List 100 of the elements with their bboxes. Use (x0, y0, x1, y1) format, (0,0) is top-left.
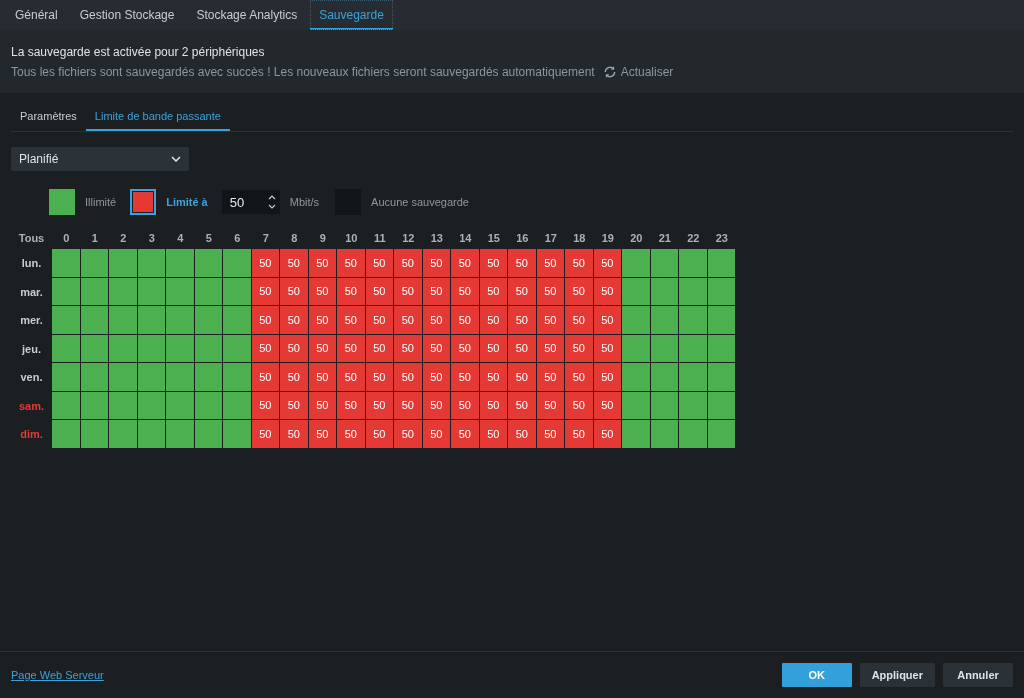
hour-header[interactable]: 13 (422, 227, 451, 249)
schedule-cell[interactable] (679, 420, 708, 449)
hour-header[interactable]: 6 (223, 227, 252, 249)
schedule-cell[interactable] (137, 420, 166, 449)
schedule-cell[interactable]: 50 (508, 363, 537, 392)
hour-header[interactable]: 2 (109, 227, 138, 249)
schedule-cell[interactable]: 50 (565, 334, 594, 363)
schedule-cell[interactable] (223, 363, 252, 392)
dialog-button[interactable]: Annuler (943, 663, 1013, 687)
hour-header[interactable]: 1 (80, 227, 109, 249)
schedule-cell[interactable] (109, 306, 138, 335)
schedule-cell[interactable] (223, 420, 252, 449)
schedule-cell[interactable] (52, 277, 81, 306)
schedule-cell[interactable] (137, 249, 166, 278)
schedule-cell[interactable] (52, 249, 81, 278)
schedule-cell[interactable] (707, 420, 736, 449)
hour-header[interactable]: 9 (308, 227, 337, 249)
schedule-cell[interactable]: 50 (451, 249, 480, 278)
schedule-cell[interactable]: 50 (280, 306, 309, 335)
schedule-cell[interactable]: 50 (365, 249, 394, 278)
schedule-cell[interactable]: 50 (251, 363, 280, 392)
schedule-cell[interactable] (679, 334, 708, 363)
schedule-cell[interactable]: 50 (308, 306, 337, 335)
hour-header[interactable]: 20 (622, 227, 651, 249)
schedule-cell[interactable]: 50 (365, 306, 394, 335)
schedule-cell[interactable] (223, 334, 252, 363)
schedule-cell[interactable] (109, 277, 138, 306)
schedule-cell[interactable]: 50 (593, 420, 622, 449)
schedule-cell[interactable] (137, 306, 166, 335)
mode-dropdown[interactable]: Planifié (11, 147, 189, 171)
schedule-cell[interactable] (622, 363, 651, 392)
schedule-cell[interactable] (166, 306, 195, 335)
dialog-button[interactable]: Appliquer (859, 663, 935, 687)
hour-header[interactable]: 3 (137, 227, 166, 249)
schedule-cell[interactable]: 50 (451, 334, 480, 363)
schedule-cell[interactable]: 50 (251, 420, 280, 449)
dialog-button[interactable]: OK (781, 663, 852, 687)
schedule-cell[interactable]: 50 (422, 306, 451, 335)
schedule-cell[interactable] (52, 334, 81, 363)
schedule-cell[interactable] (52, 420, 81, 449)
schedule-cell[interactable]: 50 (565, 249, 594, 278)
subtab[interactable]: Paramètres (11, 101, 86, 131)
schedule-cell[interactable] (223, 391, 252, 420)
schedule-cell[interactable]: 50 (451, 391, 480, 420)
legend-swatch[interactable] (49, 189, 75, 215)
schedule-cell[interactable] (52, 363, 81, 392)
schedule-cell[interactable]: 50 (565, 420, 594, 449)
schedule-cell[interactable]: 50 (565, 277, 594, 306)
schedule-cell[interactable] (80, 363, 109, 392)
schedule-cell[interactable]: 50 (508, 249, 537, 278)
schedule-cell[interactable]: 50 (337, 334, 366, 363)
schedule-cell[interactable]: 50 (479, 249, 508, 278)
day-label[interactable]: lun. (11, 249, 52, 278)
schedule-cell[interactable] (194, 306, 223, 335)
schedule-cell[interactable]: 50 (508, 277, 537, 306)
schedule-cell[interactable]: 50 (280, 249, 309, 278)
schedule-cell[interactable] (109, 391, 138, 420)
schedule-cell[interactable]: 50 (280, 391, 309, 420)
schedule-cell[interactable]: 50 (593, 363, 622, 392)
schedule-cell[interactable] (707, 363, 736, 392)
schedule-cell[interactable] (80, 306, 109, 335)
schedule-cell[interactable]: 50 (394, 306, 423, 335)
schedule-cell[interactable] (166, 334, 195, 363)
schedule-cell[interactable] (650, 306, 679, 335)
hour-header[interactable]: 14 (451, 227, 480, 249)
schedule-cell[interactable] (109, 420, 138, 449)
hour-header[interactable]: 21 (650, 227, 679, 249)
schedule-cell[interactable]: 50 (337, 363, 366, 392)
schedule-cell[interactable]: 50 (508, 334, 537, 363)
day-label[interactable]: mar. (11, 277, 52, 306)
schedule-cell[interactable] (109, 249, 138, 278)
schedule-cell[interactable]: 50 (394, 363, 423, 392)
schedule-cell[interactable]: 50 (394, 277, 423, 306)
schedule-cell[interactable] (166, 277, 195, 306)
schedule-cell[interactable] (223, 306, 252, 335)
subtab[interactable]: Limite de bande passante (85, 101, 230, 131)
schedule-cell[interactable] (707, 249, 736, 278)
schedule-cell[interactable] (650, 420, 679, 449)
schedule-cell[interactable] (52, 391, 81, 420)
schedule-cell[interactable]: 50 (593, 249, 622, 278)
legend-swatch[interactable] (130, 189, 157, 215)
schedule-cell[interactable]: 50 (337, 249, 366, 278)
schedule-cell[interactable] (650, 249, 679, 278)
hour-header[interactable]: 22 (679, 227, 708, 249)
hour-header[interactable]: 10 (337, 227, 366, 249)
schedule-cell[interactable] (194, 420, 223, 449)
schedule-cell[interactable] (223, 249, 252, 278)
schedule-cell[interactable]: 50 (280, 363, 309, 392)
limit-spinbox[interactable]: 50 (221, 190, 280, 214)
schedule-cell[interactable] (707, 306, 736, 335)
schedule-cell[interactable] (622, 334, 651, 363)
schedule-cell[interactable] (109, 334, 138, 363)
schedule-cell[interactable] (137, 363, 166, 392)
hour-header[interactable]: 12 (394, 227, 423, 249)
schedule-cell[interactable]: 50 (536, 420, 565, 449)
schedule-cell[interactable]: 50 (365, 363, 394, 392)
schedule-cell[interactable] (109, 363, 138, 392)
schedule-cell[interactable] (622, 306, 651, 335)
schedule-cell[interactable]: 50 (536, 249, 565, 278)
schedule-cell[interactable]: 50 (365, 420, 394, 449)
